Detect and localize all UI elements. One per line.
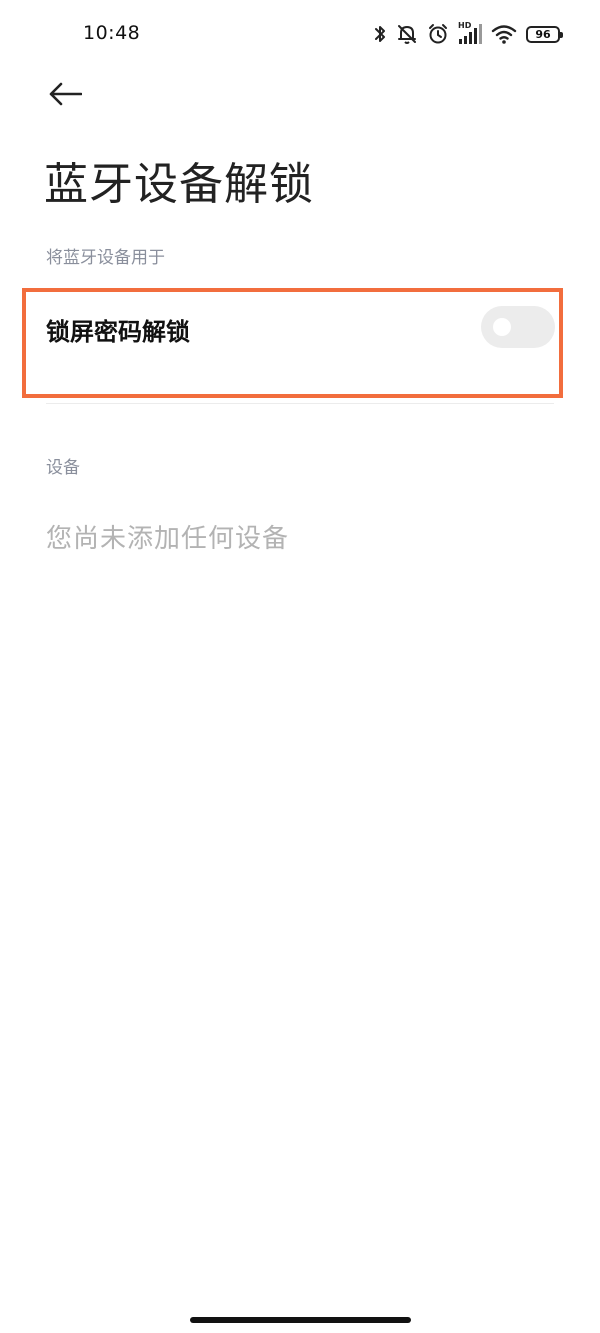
section-label-usage: 将蓝牙设备用于 — [46, 248, 165, 268]
wifi-icon — [491, 23, 517, 45]
empty-devices-message: 您尚未添加任何设备 — [46, 524, 290, 554]
status-time: 10:48 — [83, 22, 141, 44]
lockscreen-unlock-toggle[interactable] — [481, 306, 555, 348]
toggle-label: 锁屏密码解锁 — [46, 318, 190, 346]
battery-icon: 96 — [526, 25, 563, 43]
section-label-devices: 设备 — [46, 458, 80, 478]
status-icons: HD 96 — [373, 21, 563, 47]
lockscreen-password-unlock-row[interactable]: 锁屏密码解锁 — [22, 288, 563, 398]
battery-level: 96 — [535, 27, 551, 41]
mute-bell-icon — [396, 23, 418, 45]
hd-signal-icon: HD — [458, 21, 482, 45]
arrow-left-icon — [48, 82, 83, 110]
page-title: 蓝牙设备解锁 — [44, 159, 314, 210]
divider — [46, 403, 554, 404]
bluetooth-icon — [373, 23, 387, 45]
network-label: HD — [458, 21, 472, 30]
toggle-knob — [493, 318, 511, 336]
alarm-icon — [427, 23, 449, 45]
back-button[interactable] — [40, 74, 90, 118]
status-bar: 10:48 HD 96 — [0, 0, 600, 68]
home-indicator[interactable] — [190, 1317, 411, 1323]
